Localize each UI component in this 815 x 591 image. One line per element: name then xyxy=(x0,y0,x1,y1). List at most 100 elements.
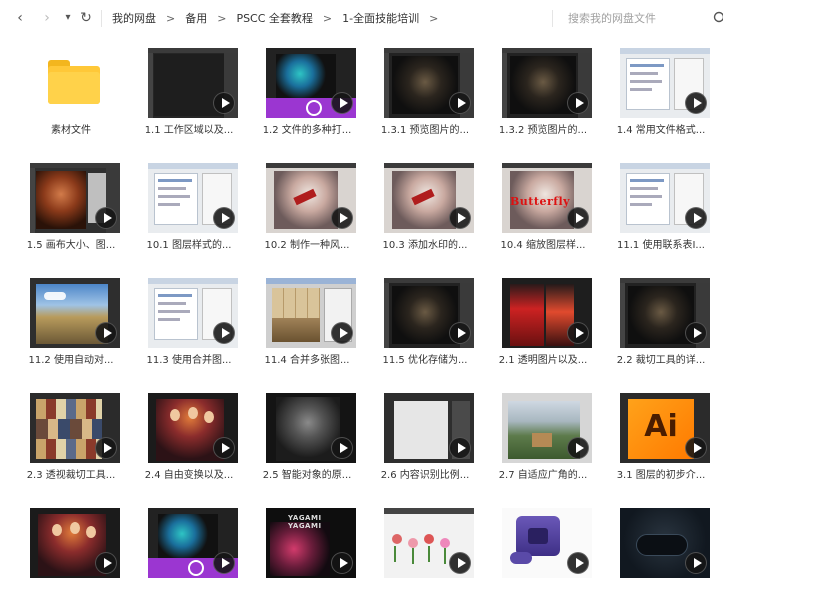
play-icon[interactable] xyxy=(213,437,235,459)
play-icon[interactable] xyxy=(567,92,589,114)
play-icon[interactable] xyxy=(331,92,353,114)
breadcrumb-item-backup[interactable]: 备用 xyxy=(185,11,207,27)
file-name: 1.2 文件的多种打... xyxy=(262,125,352,136)
play-icon[interactable] xyxy=(449,92,471,114)
video-file-item[interactable]: 2.5 智能对象的原... xyxy=(248,385,366,497)
play-icon[interactable] xyxy=(213,552,235,574)
video-file-item[interactable]: 11.4 合并多张图... xyxy=(248,270,366,382)
video-thumbnail: YAGAMI YAGAMI xyxy=(266,508,356,578)
play-icon[interactable] xyxy=(567,437,589,459)
breadcrumb-separator: > xyxy=(166,12,176,25)
breadcrumb-item-my-drive[interactable]: 我的网盘 xyxy=(112,11,156,27)
file-name: 10.2 制作一种风... xyxy=(264,240,350,251)
video-file-item[interactable] xyxy=(602,500,720,591)
play-icon[interactable] xyxy=(95,437,117,459)
video-file-item[interactable]: 10.2 制作一种风... xyxy=(248,155,366,267)
file-name: 素材文件 xyxy=(51,125,91,136)
file-name: 10.3 添加水印的... xyxy=(382,240,468,251)
breadcrumb-separator: > xyxy=(429,12,439,25)
video-file-item[interactable]: 11.1 使用联系表I... xyxy=(602,155,720,267)
file-name: 3.1 图层的初步介... xyxy=(616,470,706,481)
video-file-item[interactable]: 2.7 自适应广角的... xyxy=(484,385,602,497)
play-icon[interactable] xyxy=(567,322,589,344)
video-file-item[interactable]: 11.3 使用合并图... xyxy=(130,270,248,382)
video-thumbnail xyxy=(502,508,592,578)
video-file-item[interactable]: 1.5 画布大小、图... xyxy=(12,155,130,267)
play-icon[interactable] xyxy=(95,322,117,344)
video-file-item[interactable]: Ai 3.1 图层的初步介... xyxy=(602,385,720,497)
video-file-item[interactable]: Butterfly 10.4 缩放图层样... xyxy=(484,155,602,267)
video-thumbnail xyxy=(384,163,474,233)
video-file-item[interactable] xyxy=(12,500,130,591)
video-file-item[interactable] xyxy=(366,500,484,591)
play-icon[interactable] xyxy=(449,437,471,459)
play-icon[interactable] xyxy=(685,552,707,574)
video-file-item[interactable]: 1.3.1 预览图片的... xyxy=(366,40,484,152)
file-name: 11.3 使用合并图... xyxy=(146,355,232,366)
history-dropdown-icon[interactable]: ▾ xyxy=(60,10,76,26)
video-file-item[interactable]: YAGAMI YAGAMI xyxy=(248,500,366,591)
play-icon[interactable] xyxy=(95,552,117,574)
breadcrumb-item-pscc[interactable]: PSCC 全套教程 xyxy=(236,11,312,27)
play-icon[interactable] xyxy=(685,207,707,229)
play-icon[interactable] xyxy=(567,552,589,574)
video-thumbnail xyxy=(148,278,238,348)
file-name: 1.4 常用文件格式... xyxy=(616,125,706,136)
video-file-item[interactable] xyxy=(130,500,248,591)
folder-icon xyxy=(48,60,100,104)
forward-icon[interactable]: › xyxy=(39,10,55,26)
file-name: 2.2 裁切工具的详... xyxy=(616,355,706,366)
play-icon[interactable] xyxy=(213,322,235,344)
top-toolbar: ‹ › ▾ ↻ 我的网盘 > 备用 > PSCC 全套教程 >1-全面技能培训 > xyxy=(0,0,815,36)
play-icon[interactable] xyxy=(567,207,589,229)
play-icon[interactable] xyxy=(213,207,235,229)
breadcrumb-item-training[interactable]: 1-全面技能培训 xyxy=(342,11,419,27)
video-thumbnail: Butterfly xyxy=(502,163,592,233)
play-icon[interactable] xyxy=(213,92,235,114)
file-name: 2.5 智能对象的原... xyxy=(262,470,352,481)
video-thumbnail xyxy=(384,278,474,348)
video-file-item[interactable]: 11.5 优化存储为... xyxy=(366,270,484,382)
play-icon[interactable] xyxy=(685,322,707,344)
folder-item[interactable]: 素材文件 xyxy=(12,40,130,152)
video-thumbnail xyxy=(384,393,474,463)
video-thumbnail xyxy=(502,278,592,348)
video-file-item[interactable]: 10.1 图层样式的... xyxy=(130,155,248,267)
search-divider xyxy=(552,10,553,27)
play-icon[interactable] xyxy=(95,207,117,229)
video-thumbnail xyxy=(620,163,710,233)
file-name: 1.3.2 预览图片的... xyxy=(498,125,588,136)
play-icon[interactable] xyxy=(449,552,471,574)
video-thumbnail xyxy=(148,48,238,118)
play-icon[interactable] xyxy=(331,552,353,574)
play-icon[interactable] xyxy=(685,92,707,114)
video-file-item[interactable]: 2.3 透视裁切工具... xyxy=(12,385,130,497)
video-file-item[interactable]: 10.3 添加水印的... xyxy=(366,155,484,267)
video-file-item[interactable]: 1.1 工作区域以及... xyxy=(130,40,248,152)
play-icon[interactable] xyxy=(685,437,707,459)
video-thumbnail xyxy=(30,163,120,233)
file-name: 11.4 合并多张图... xyxy=(264,355,350,366)
play-icon[interactable] xyxy=(449,207,471,229)
video-file-item[interactable]: 2.1 透明图片以及... xyxy=(484,270,602,382)
video-thumbnail xyxy=(30,508,120,578)
video-thumbnail xyxy=(30,393,120,463)
search-icon[interactable] xyxy=(711,11,723,25)
file-name: 11.2 使用自动对... xyxy=(28,355,114,366)
back-icon[interactable]: ‹ xyxy=(12,10,28,26)
video-file-item[interactable]: 1.4 常用文件格式... xyxy=(602,40,720,152)
video-file-item[interactable]: 11.2 使用自动对... xyxy=(12,270,130,382)
video-file-item[interactable]: 1.3.2 预览图片的... xyxy=(484,40,602,152)
play-icon[interactable] xyxy=(331,207,353,229)
video-file-item[interactable]: 2.4 自由变换以及... xyxy=(130,385,248,497)
search-input[interactable] xyxy=(568,11,708,27)
play-icon[interactable] xyxy=(331,322,353,344)
play-icon[interactable] xyxy=(331,437,353,459)
video-thumbnail xyxy=(30,278,120,348)
video-file-item[interactable]: 2.6 内容识别比例... xyxy=(366,385,484,497)
video-file-item[interactable] xyxy=(484,500,602,591)
video-file-item[interactable]: 2.2 裁切工具的详... xyxy=(602,270,720,382)
video-file-item[interactable]: 1.2 文件的多种打... xyxy=(248,40,366,152)
refresh-icon[interactable]: ↻ xyxy=(78,10,94,26)
play-icon[interactable] xyxy=(449,322,471,344)
